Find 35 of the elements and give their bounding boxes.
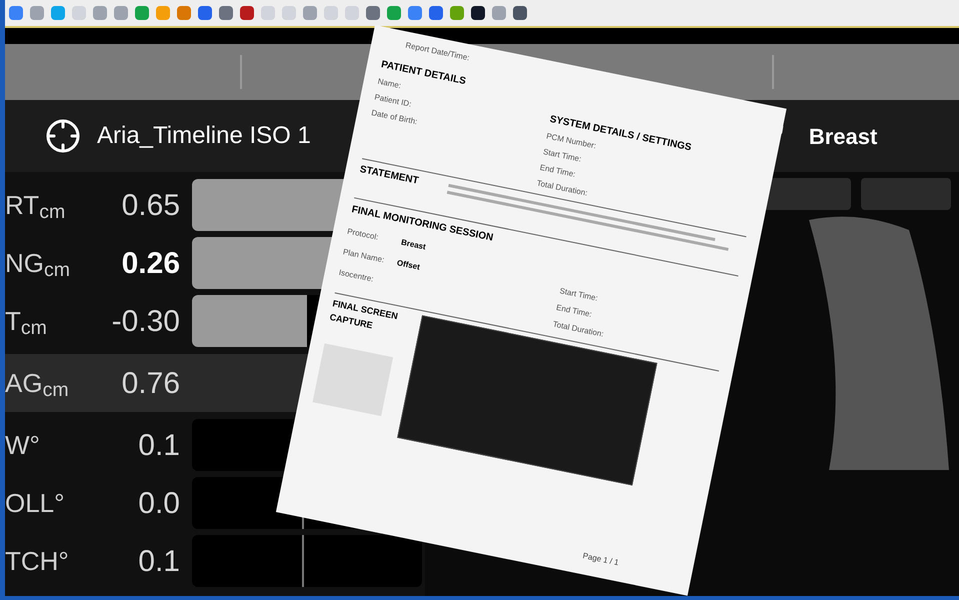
field-label: Isocentre:	[338, 266, 376, 286]
plan-title: Aria_Timeline ISO 1	[97, 121, 311, 151]
site-label: Breast	[808, 122, 878, 150]
field-label: Total Duration:	[536, 178, 590, 200]
metric-value: -0.30	[110, 304, 180, 340]
field-label: Name:	[376, 76, 403, 92]
field-label: End Time:	[538, 162, 578, 180]
metric-value: 0.1	[137, 428, 180, 464]
field-value: Offset	[396, 257, 421, 274]
field-label: Date of Birth:	[370, 107, 420, 128]
metric-label: RT$_{cm}$	[5, 188, 66, 224]
field-label: Plan Name:	[342, 246, 386, 266]
crosshair-icon	[45, 118, 81, 154]
field-value: Breast	[400, 236, 427, 254]
toolbar-tool-icon[interactable]	[471, 6, 485, 20]
page-number: Page 1 / 1	[582, 550, 620, 570]
metric-value: 0.0	[137, 486, 180, 522]
toolbar-tool-icon[interactable]	[513, 6, 527, 20]
report-date-label: Report Date/Time:	[404, 40, 472, 62]
metric-value: 0.76	[120, 366, 180, 402]
metric-label: AG$_{cm}$	[5, 366, 70, 402]
metric-label: NG$_{cm}$	[5, 246, 71, 282]
field-label: End Time:	[555, 302, 594, 321]
metric-label: OLL°	[5, 486, 66, 520]
metric-value: 0.65	[120, 188, 180, 224]
field-label: Protocol:	[346, 226, 380, 244]
metric-label: TCH°	[5, 544, 70, 578]
metric-label: T$_{cm}$	[5, 304, 48, 340]
section-heading: FINAL SCREEN CAPTURE	[328, 297, 400, 332]
field-label: Patient ID:	[373, 91, 414, 110]
metric-value: 0.1	[137, 544, 180, 580]
metric-label: W°	[5, 428, 41, 462]
field-label: Start Time:	[558, 285, 600, 304]
field-label: Total Duration:	[552, 318, 605, 341]
metric-value: 0.26	[120, 246, 180, 282]
